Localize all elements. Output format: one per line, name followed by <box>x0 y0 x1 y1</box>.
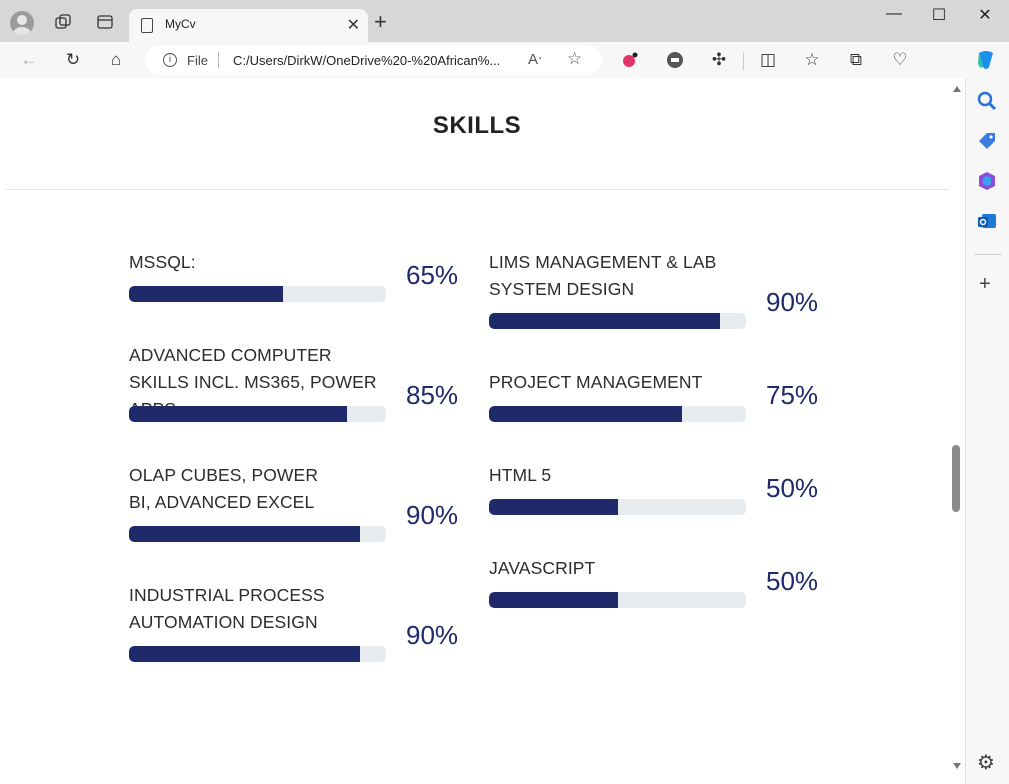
tab-close-icon[interactable]: ✕ <box>347 15 360 35</box>
workspaces-icon[interactable] <box>49 8 77 36</box>
skill-progress-bar <box>129 646 386 662</box>
tab-actions-icon[interactable] <box>91 8 119 36</box>
section-title: SKILLS <box>432 112 522 139</box>
skill-item: ADVANCED COMPUTER SKILLS INCL. MS365, PO… <box>129 342 469 423</box>
navigation-bar: ← ↻ ⌂ i File C:/Users/DirkW/OneDrive%20-… <box>0 42 1009 78</box>
favorites-icon[interactable]: ☆ <box>800 49 824 71</box>
skill-percent: 85% <box>406 380 459 410</box>
skill-item: MSSQL: 65% <box>129 249 469 302</box>
skill-progress-bar <box>489 499 746 515</box>
skill-percent: 65% <box>406 260 459 290</box>
skill-item: OLAP CUBES, POWER BI, ADVANCED EXCEL 90% <box>129 462 469 542</box>
skill-percent: 90% <box>766 287 819 317</box>
minimize-button[interactable]: — <box>879 5 909 23</box>
page-icon <box>141 18 153 33</box>
title-bar: MyCv ✕ + — ☐ ✕ <box>0 0 1009 42</box>
skill-progress-bar <box>129 286 386 302</box>
skill-percent: 90% <box>406 620 459 650</box>
skill-progress-fill <box>489 313 721 329</box>
maximize-button[interactable]: ☐ <box>924 5 954 25</box>
skill-name: INDUSTRIAL PROCESS AUTOMATION DESIGN <box>129 585 325 632</box>
office-icon[interactable] <box>976 170 998 192</box>
search-icon[interactable] <box>976 90 998 112</box>
split-screen-icon[interactable]: ◫ <box>756 49 780 71</box>
copilot-icon[interactable] <box>974 49 998 71</box>
skill-progress-bar <box>489 406 746 422</box>
refresh-icon[interactable]: ↻ <box>61 49 85 71</box>
url-text[interactable]: C:/Users/DirkW/OneDrive%20-%20African%..… <box>233 53 500 68</box>
shopping-tag-icon[interactable] <box>976 130 998 152</box>
skill-item: PROJECT MANAGEMENT 75% <box>489 369 829 422</box>
collections-icon[interactable]: ⧉ <box>844 49 868 71</box>
extensions-puzzle-icon[interactable]: ✣ <box>707 49 731 71</box>
address-bar[interactable]: i File C:/Users/DirkW/OneDrive%20-%20Afr… <box>145 45 602 75</box>
read-aloud-icon[interactable]: A͏ᐧ <box>528 50 542 68</box>
skill-name: LIMS MANAGEMENT & LAB SYSTEM DESIGN <box>489 252 717 299</box>
skill-item: JAVASCRIPT 50% <box>489 555 829 608</box>
skill-progress-bar <box>129 406 386 422</box>
scroll-down-arrow-icon[interactable] <box>953 763 961 769</box>
extension-pinned-icon[interactable] <box>618 49 642 71</box>
scroll-thumb[interactable] <box>952 445 960 512</box>
url-scheme-label: File <box>187 53 208 68</box>
tab-title: MyCv <box>165 17 196 31</box>
new-tab-icon[interactable]: + <box>374 11 387 33</box>
skill-item: LIMS MANAGEMENT & LAB SYSTEM DESIGN 90% <box>489 249 829 329</box>
add-icon[interactable]: + <box>979 274 991 294</box>
skill-item: HTML 5 50% <box>489 462 829 515</box>
vertical-scrollbar[interactable] <box>949 78 965 784</box>
skill-percent: 50% <box>766 473 819 503</box>
skill-progress-fill <box>129 406 348 422</box>
outlook-icon[interactable] <box>976 210 998 232</box>
skill-percent: 75% <box>766 380 819 410</box>
close-window-button[interactable]: ✕ <box>970 5 1000 25</box>
skill-progress-fill <box>129 646 361 662</box>
home-icon[interactable]: ⌂ <box>104 49 128 71</box>
browser-essentials-icon[interactable]: ♡ <box>888 49 912 71</box>
url-separator <box>218 52 219 68</box>
skill-item: INDUSTRIAL PROCESS AUTOMATION DESIGN 90% <box>129 582 469 662</box>
skill-progress-bar <box>489 592 746 608</box>
browser-tab[interactable]: MyCv ✕ <box>129 9 368 42</box>
back-icon[interactable]: ← <box>17 49 41 71</box>
skill-progress-fill <box>129 286 284 302</box>
profile-avatar-icon[interactable] <box>10 11 34 35</box>
skill-progress-fill <box>489 406 682 422</box>
info-icon[interactable]: i <box>163 53 177 67</box>
skill-percent: 90% <box>406 500 459 530</box>
favorite-star-icon[interactable]: ☆ <box>567 49 582 69</box>
toolbar-divider <box>743 52 744 70</box>
skill-name: OLAP CUBES, POWER BI, ADVANCED EXCEL <box>129 465 319 512</box>
skill-percent: 50% <box>766 566 819 596</box>
sidebar-divider <box>974 254 1002 255</box>
edge-sidebar: + ⚙ <box>965 78 1009 784</box>
skill-progress-fill <box>489 499 618 515</box>
skill-progress-bar <box>489 313 746 329</box>
section-divider <box>5 189 949 190</box>
settings-gear-icon[interactable]: ⚙ <box>977 750 995 775</box>
page-content: SKILLS MSSQL: 65% ADVANCED COMPUTER SKIL… <box>5 78 949 784</box>
skill-progress-fill <box>489 592 618 608</box>
scroll-up-arrow-icon[interactable] <box>953 86 961 92</box>
extension-docker-icon[interactable] <box>663 49 687 71</box>
skill-progress-bar <box>129 526 386 542</box>
skill-progress-fill <box>129 526 361 542</box>
